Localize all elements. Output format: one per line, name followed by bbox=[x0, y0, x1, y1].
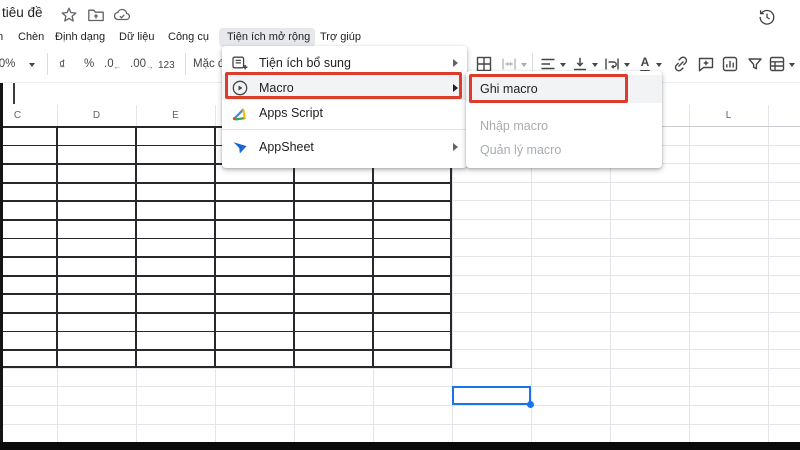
menubar-item-format[interactable]: Định dạng bbox=[55, 31, 105, 43]
table-views-caret-icon bbox=[789, 63, 795, 67]
table-border-horizontal bbox=[0, 349, 450, 351]
filter-button[interactable] bbox=[746, 55, 764, 73]
insert-link-icon bbox=[672, 55, 690, 73]
cloud-check-icon bbox=[113, 6, 131, 24]
vertical-align-caret-icon bbox=[592, 63, 598, 67]
grid-line-horizontal bbox=[0, 386, 800, 387]
fill-handle[interactable] bbox=[527, 401, 534, 408]
table-views-icon bbox=[768, 55, 786, 73]
insert-link-button[interactable] bbox=[672, 55, 690, 73]
column-header[interactable]: L bbox=[709, 110, 749, 121]
screenshot-left-edge bbox=[0, 83, 3, 450]
star-icon bbox=[60, 6, 78, 24]
menu-item-label: Apps Script bbox=[259, 106, 323, 120]
appsheet-icon bbox=[231, 138, 249, 156]
insert-comment-icon bbox=[697, 55, 715, 73]
table-border-horizontal bbox=[0, 256, 450, 258]
filter-icon bbox=[746, 55, 764, 73]
submenu-arrow-icon bbox=[453, 143, 458, 151]
menubar-item-tools[interactable]: Công cụ bbox=[168, 31, 209, 43]
grid-line-horizontal bbox=[0, 405, 800, 406]
grid-corner-line bbox=[13, 83, 15, 104]
menu-separator bbox=[222, 129, 467, 130]
toolbar-separator bbox=[185, 53, 186, 75]
table-border-horizontal bbox=[0, 275, 450, 277]
increase-decimals-button[interactable]: .00→ bbox=[130, 58, 153, 71]
table-border-horizontal bbox=[0, 219, 450, 221]
move-folder-button[interactable] bbox=[87, 6, 105, 24]
menu-item-label: Nhập macro bbox=[480, 119, 548, 133]
annotation-box-2 bbox=[469, 74, 628, 103]
screenshot-bottom-edge bbox=[0, 442, 800, 450]
merge-cells-caret-icon bbox=[521, 63, 527, 67]
insert-comment-button[interactable] bbox=[697, 55, 715, 73]
table-border-horizontal bbox=[0, 200, 450, 202]
spreadsheet-title[interactable]: tiêu đề bbox=[2, 5, 43, 20]
sheets-app-window: tiêu đề m Chèn Định dạng Dữ liệu Công cụ… bbox=[0, 0, 800, 450]
table-border-horizontal bbox=[0, 312, 450, 314]
text-color-icon: A bbox=[638, 56, 652, 68]
selected-cell[interactable] bbox=[452, 386, 531, 405]
folder-move-icon bbox=[87, 6, 105, 24]
menu-item-apps-script[interactable]: Apps Script bbox=[222, 100, 467, 125]
column-header[interactable]: D bbox=[77, 110, 117, 121]
annotation-box-1 bbox=[225, 72, 462, 99]
table-border-horizontal bbox=[0, 331, 450, 333]
grid-line-horizontal bbox=[0, 368, 800, 369]
table-border-horizontal bbox=[0, 238, 450, 240]
star-button[interactable] bbox=[60, 6, 78, 24]
zoom-caret-icon bbox=[29, 63, 35, 67]
decrease-decimals-button[interactable]: .0← bbox=[104, 58, 120, 71]
insert-chart-icon bbox=[721, 55, 739, 73]
cloud-status-button[interactable] bbox=[113, 6, 131, 24]
menubar-partial-item[interactable]: m bbox=[0, 31, 3, 43]
menubar-item-insert[interactable]: Chèn bbox=[18, 31, 44, 43]
percent-format-button[interactable]: % bbox=[84, 58, 94, 70]
column-header[interactable]: E bbox=[156, 110, 196, 121]
zoom-select[interactable]: 100% bbox=[0, 58, 15, 70]
arrow-right-icon: → bbox=[146, 62, 153, 71]
table-border-horizontal bbox=[0, 182, 450, 184]
submenu-arrow-icon bbox=[453, 59, 458, 67]
menu-item-manage-macros[interactable]: Quản lý macro bbox=[466, 138, 662, 162]
text-color-caret-icon bbox=[656, 63, 662, 67]
column-header[interactable]: C bbox=[0, 110, 38, 121]
text-wrap-caret-icon bbox=[624, 63, 630, 67]
grid-line-vertical bbox=[689, 105, 690, 442]
arrow-left-icon: ← bbox=[114, 62, 121, 71]
extensions-menu: Tiện ích bổ sung Macro Apps Script bbox=[222, 46, 467, 168]
menubar-item-extensions[interactable]: Tiện ích mở rộng bbox=[227, 31, 310, 43]
menu-item-label: Tiện ích bổ sung bbox=[259, 56, 351, 70]
table-border-horizontal bbox=[0, 293, 450, 295]
apps-script-icon bbox=[231, 104, 249, 122]
addon-icon bbox=[231, 54, 249, 72]
menu-item-appsheet[interactable]: AppSheet bbox=[222, 134, 467, 159]
insert-chart-button[interactable] bbox=[721, 55, 739, 73]
menubar-item-data[interactable]: Dữ liệu bbox=[119, 31, 155, 43]
version-history-icon bbox=[758, 8, 776, 26]
number-format-button[interactable]: 123 bbox=[158, 60, 175, 71]
version-history-button[interactable] bbox=[758, 8, 776, 26]
menu-item-import-macro[interactable]: Nhập macro bbox=[466, 114, 662, 138]
menu-item-label: Quản lý macro bbox=[480, 143, 561, 157]
menu-item-label: AppSheet bbox=[259, 140, 314, 154]
menubar-item-help[interactable]: Trợ giúp bbox=[320, 31, 361, 43]
grid-line-horizontal bbox=[0, 424, 800, 425]
table-views-button[interactable] bbox=[768, 55, 786, 73]
toolbar-separator bbox=[47, 53, 48, 75]
grid-line-vertical bbox=[768, 105, 769, 442]
horizontal-align-caret-icon bbox=[560, 63, 566, 67]
decrease-decimals-label: .0 bbox=[104, 58, 114, 70]
currency-format-button[interactable]: ₫ bbox=[59, 58, 65, 72]
increase-decimals-label: .00 bbox=[130, 58, 146, 70]
